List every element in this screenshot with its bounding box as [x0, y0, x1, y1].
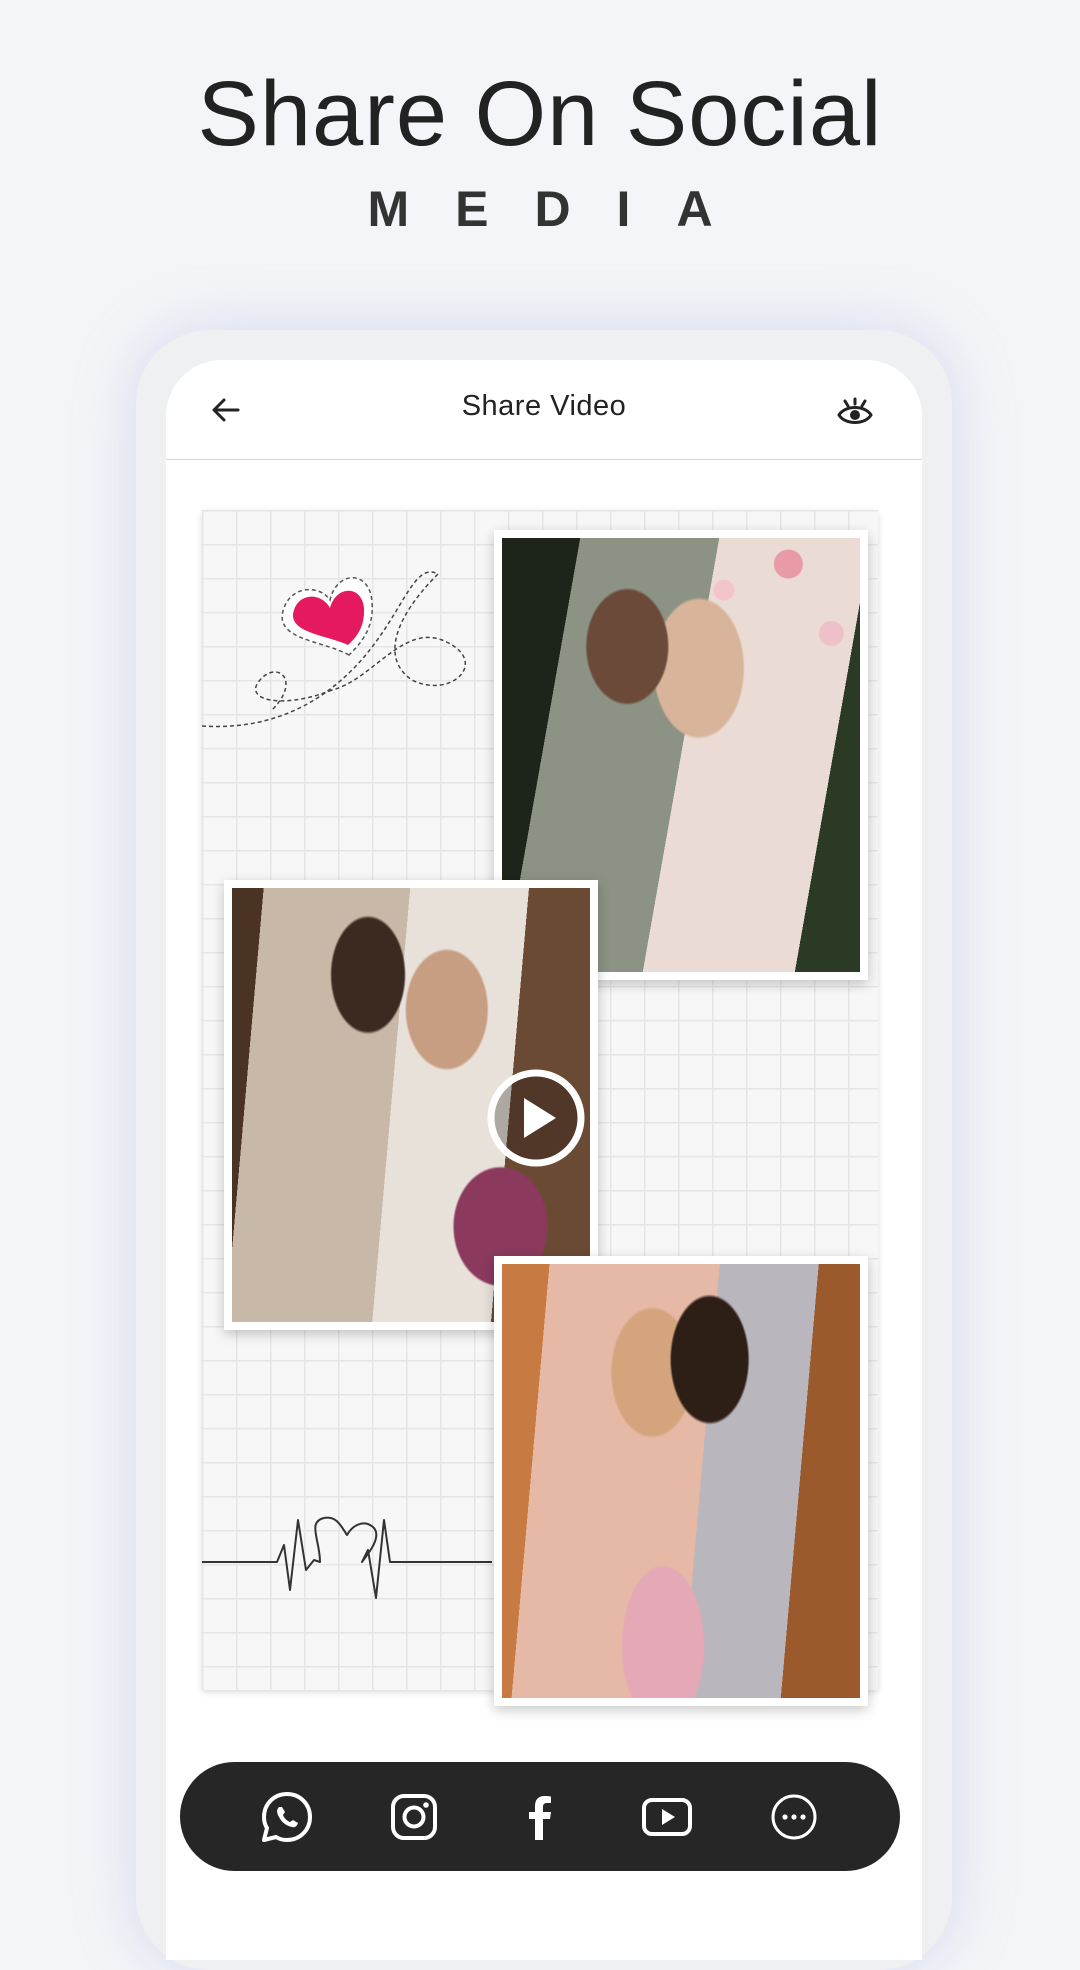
- phone-screen: Share Video: [166, 360, 922, 1960]
- page-title: Share Video: [461, 390, 627, 422]
- more-horizontal-icon: [771, 1794, 817, 1840]
- preview-button[interactable]: [836, 394, 874, 428]
- share-youtube-button[interactable]: [638, 1788, 696, 1846]
- whatsapp-icon: [262, 1792, 312, 1842]
- eye-icon: [837, 397, 873, 424]
- play-button[interactable]: [486, 1068, 586, 1168]
- promo-subheadline: MEDIA: [367, 181, 759, 237]
- facebook-icon: [529, 1796, 551, 1840]
- collage-photo-3: [494, 1256, 868, 1706]
- youtube-icon: [642, 1798, 692, 1836]
- play-icon: [487, 1069, 585, 1167]
- instagram-icon: [391, 1794, 437, 1840]
- share-facebook-button[interactable]: [511, 1788, 569, 1846]
- share-whatsapp-button[interactable]: [258, 1788, 316, 1846]
- share-instagram-button[interactable]: [385, 1788, 443, 1846]
- app-bar: Share Video: [166, 360, 922, 460]
- heart-decoration: [202, 571, 466, 728]
- video-preview-canvas[interactable]: [202, 510, 878, 1706]
- heartbeat-decoration: [202, 1516, 492, 1599]
- promo-headline: Share On Social: [197, 63, 883, 165]
- share-more-button[interactable]: [765, 1788, 823, 1846]
- share-bar: [180, 1762, 900, 1871]
